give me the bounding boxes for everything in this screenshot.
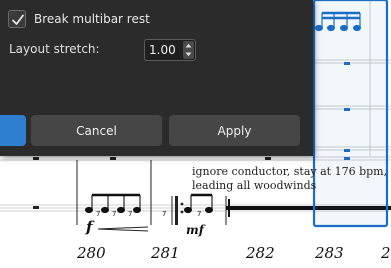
chevron-up-icon bbox=[185, 43, 192, 48]
svg-text:7: 7 bbox=[96, 210, 100, 218]
measure-number-281: 281 bbox=[151, 244, 180, 262]
notes-bar-280: 7 7 7 bbox=[85, 193, 141, 218]
staff-text-line-1: ignore conductor, stay at 176 bpm, bbox=[192, 165, 388, 178]
dynamic-mezzo-forte[interactable]: mf bbox=[186, 223, 204, 237]
multibar-rest-label: Break multibar rest bbox=[34, 12, 150, 26]
svg-text:7: 7 bbox=[128, 210, 132, 218]
ok-button[interactable] bbox=[0, 115, 26, 146]
staff-text-line-2: leading all woodwinds bbox=[192, 179, 317, 192]
multibar-rest-checkbox[interactable] bbox=[8, 10, 26, 28]
chevron-down-icon bbox=[185, 52, 192, 57]
layout-stretch-label: Layout stretch: bbox=[9, 42, 100, 56]
svg-text:7: 7 bbox=[112, 210, 116, 218]
hairpin bbox=[97, 226, 149, 232]
selection-rest bbox=[344, 157, 350, 160]
svg-text:7: 7 bbox=[162, 210, 166, 218]
checkmark-icon bbox=[12, 14, 24, 25]
spin-buttons bbox=[183, 41, 194, 59]
spin-up-button[interactable] bbox=[183, 41, 194, 50]
multibar-rest-option[interactable]: Break multibar rest bbox=[8, 9, 150, 29]
spin-down-button[interactable] bbox=[183, 50, 194, 59]
measure-number-282: 282 bbox=[246, 244, 275, 262]
cancel-button[interactable]: Cancel bbox=[31, 115, 162, 146]
measure-number-283: 283 bbox=[315, 244, 344, 262]
svg-text:7: 7 bbox=[197, 210, 201, 218]
measure-number-284: 284 bbox=[381, 244, 391, 262]
apply-button[interactable]: Apply bbox=[169, 115, 300, 146]
measure-number-280: 280 bbox=[77, 244, 106, 262]
notes-bar-281: 7 7 bbox=[162, 193, 213, 218]
dynamic-forte[interactable]: f bbox=[86, 218, 92, 236]
layout-properties-dialog: Break multibar rest Layout stretch: 1.00… bbox=[0, 0, 313, 156]
layout-stretch-value[interactable]: 1.00 bbox=[149, 43, 176, 57]
staff-text[interactable]: ignore conductor, stay at 176 bpm, leadi… bbox=[192, 165, 391, 193]
layout-stretch-spinbox[interactable]: 1.00 bbox=[144, 39, 196, 61]
